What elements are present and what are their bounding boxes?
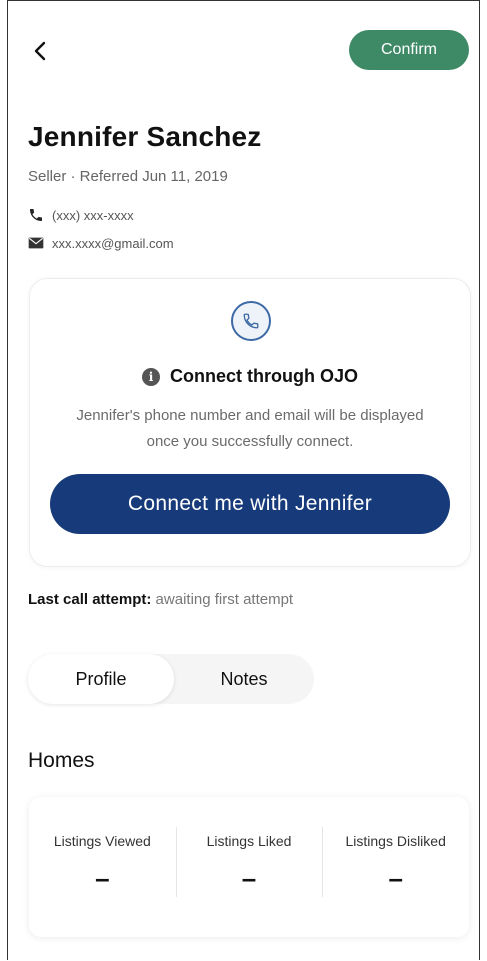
tab-notes[interactable]: Notes [174, 654, 314, 704]
connect-button[interactable]: Connect me with Jennifer [50, 474, 450, 534]
contact-name: Jennifer Sanchez [28, 121, 262, 152]
phone-icon [28, 207, 44, 223]
phone-text: (xxx) xxx-xxxx [52, 207, 134, 223]
connect-title: i Connect through OJO [30, 366, 470, 387]
stat-listings-liked: Listings Liked – [175, 797, 323, 937]
tab-profile[interactable]: Profile [28, 654, 174, 704]
stat-label: Listings Liked [206, 833, 292, 849]
tab-bar: Profile Notes [28, 654, 314, 704]
back-button[interactable] [28, 37, 52, 65]
connect-title-text: Connect through OJO [170, 366, 358, 386]
email-text: xxx.xxxx@gmail.com [52, 235, 174, 251]
info-icon: i [142, 367, 160, 386]
stat-value: – [388, 863, 403, 893]
homes-title: Homes [28, 749, 95, 772]
stat-value: – [241, 863, 257, 893]
homes-stats-card: Listings Viewed – Listings Liked – Listi… [29, 797, 469, 937]
phone-row: (xxx) xxx-xxxx [28, 207, 134, 223]
connect-card: i Connect through OJO Jennifer's phone n… [29, 278, 471, 567]
phone-icon [231, 301, 271, 341]
mail-icon [28, 235, 44, 251]
last-call-attempt: Last call attempt: awaiting first attemp… [28, 591, 293, 608]
chevron-left-icon [34, 41, 46, 61]
stat-listings-viewed: Listings Viewed – [29, 797, 176, 937]
confirm-button[interactable]: Confirm [349, 30, 469, 70]
last-call-value: awaiting first attempt [155, 591, 294, 608]
stat-listings-disliked: Listings Disliked – [322, 797, 469, 937]
contact-subtitle: Seller · Referred Jun 11, 2019 [28, 168, 228, 185]
last-call-label: Last call attempt: [28, 591, 152, 608]
email-row: xxx.xxxx@gmail.com [28, 235, 174, 251]
stat-label: Listings Viewed [53, 833, 151, 849]
screen: Confirm Jennifer Sanchez Seller · Referr… [7, 0, 480, 960]
stat-value: – [95, 863, 110, 893]
stat-label: Listings Disliked [345, 833, 446, 849]
connect-description: Jennifer's phone number and email will b… [76, 407, 424, 450]
